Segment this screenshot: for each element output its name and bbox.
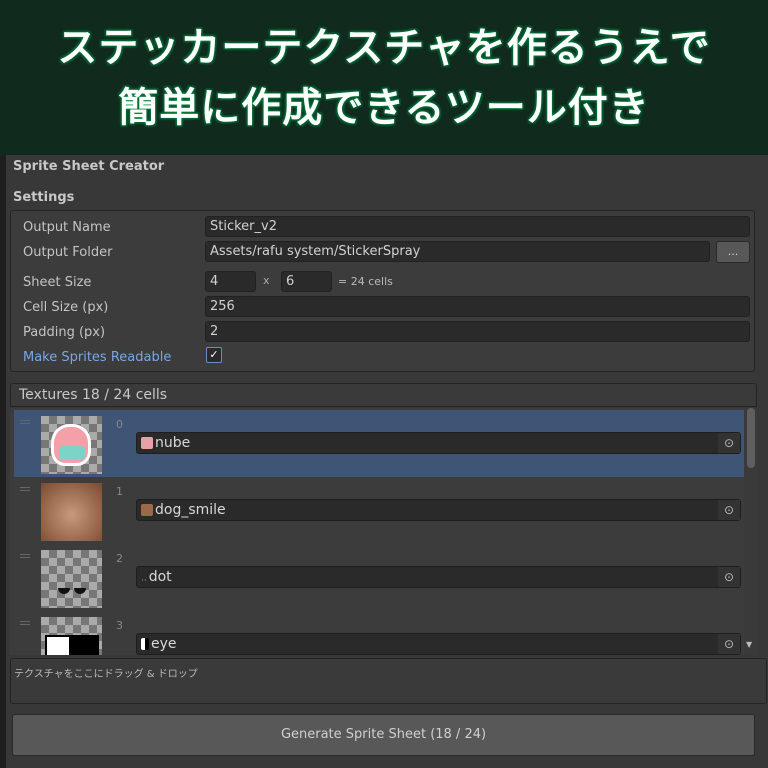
list-item[interactable]: 3 eye ⊙ [14,611,744,655]
item-index: 3 [116,619,123,632]
list-scrollbar[interactable]: ▼ [744,408,757,655]
readable-label: Make Sprites Readable [23,350,172,365]
texture-name: dog_smile [155,502,226,518]
texture-icon [141,504,153,516]
texture-icon [141,638,149,650]
sheet-size-label: Sheet Size [23,275,92,290]
output-name-input[interactable]: Sticker_v2 [205,216,750,237]
object-picker-icon[interactable]: ⊙ [718,634,740,654]
item-index: 2 [116,552,123,565]
banner-line-1: ステッカーテクスチャを作るうえで [57,24,711,71]
cells-count: = 24 cells [338,275,393,288]
times-sign: x [263,274,270,287]
drag-handle-icon[interactable] [20,420,30,424]
cell-size-input[interactable]: 256 [205,296,750,317]
texture-thumbnail [41,550,102,608]
texture-icon [141,437,153,449]
texture-thumbnail [41,483,102,541]
banner-line-2: 簡単に作成できるツール付き [118,84,650,131]
output-name-label: Output Name [23,220,111,235]
object-picker-icon[interactable]: ⊙ [718,433,740,453]
generate-sprite-sheet-button[interactable]: Generate Sprite Sheet (18 / 24) [12,714,755,756]
texture-object-field[interactable]: eye ⊙ [136,633,741,655]
readable-checkbox[interactable]: ✓ [206,347,222,363]
padding-label: Padding (px) [23,325,106,340]
output-folder-input[interactable]: Assets/rafu system/StickerSpray [205,241,710,262]
browse-folder-button[interactable]: ... [716,241,750,263]
texture-thumbnail [41,416,102,474]
item-index: 0 [116,418,123,431]
item-index: 1 [116,485,123,498]
drop-area[interactable]: テクスチャをここにドラッグ & ドロップ [10,658,767,704]
padding-input[interactable]: 2 [205,321,750,342]
scrollbar-thumb[interactable] [747,408,755,468]
textures-list: 0 nube⊙ 1 dog_smile⊙ 2 ··dot⊙ 3 eye⊙ ▼ ▲ [10,408,757,655]
texture-name: nube [155,435,191,451]
texture-name: eye [151,636,177,652]
texture-icon: ·· [141,576,147,586]
texture-object-field[interactable]: dog_smile ⊙ [136,499,741,521]
drag-handle-icon[interactable] [20,487,30,491]
textures-title: Textures 18 / 24 cells [19,387,168,403]
promo-banner: ステッカーテクスチャを作るうえで 簡単に作成できるツール付き [0,0,768,155]
sheet-rows-input[interactable]: 6 [281,271,332,292]
list-item[interactable]: 0 nube ⊙ [14,410,744,477]
texture-name: dot [148,569,172,585]
object-picker-icon[interactable]: ⊙ [718,567,740,587]
texture-object-field[interactable]: nube ⊙ [136,432,741,454]
settings-box: Output Name Sticker_v2 Output Folder Ass… [10,210,755,372]
drop-hint: テクスチャをここにドラッグ & ドロップ [14,669,198,680]
texture-object-field[interactable]: ·· dot ⊙ [136,566,741,588]
list-item[interactable]: 1 dog_smile ⊙ [14,477,744,544]
texture-thumbnail [41,617,102,655]
object-picker-icon[interactable]: ⊙ [718,500,740,520]
textures-header: Textures 18 / 24 cells [10,383,757,407]
list-item[interactable]: 2 ·· dot ⊙ [14,544,744,611]
sprite-sheet-creator-window: Sprite Sheet Creator Settings Output Nam… [6,155,768,768]
cell-size-label: Cell Size (px) [23,300,109,315]
settings-heading: Settings [13,190,75,205]
scroll-down-arrow-icon[interactable]: ▼ [746,640,752,649]
drag-handle-icon[interactable] [20,621,30,625]
output-folder-label: Output Folder [23,245,113,260]
drag-handle-icon[interactable] [20,554,30,558]
sheet-cols-input[interactable]: 4 [205,271,256,292]
window-title: Sprite Sheet Creator [13,159,165,174]
